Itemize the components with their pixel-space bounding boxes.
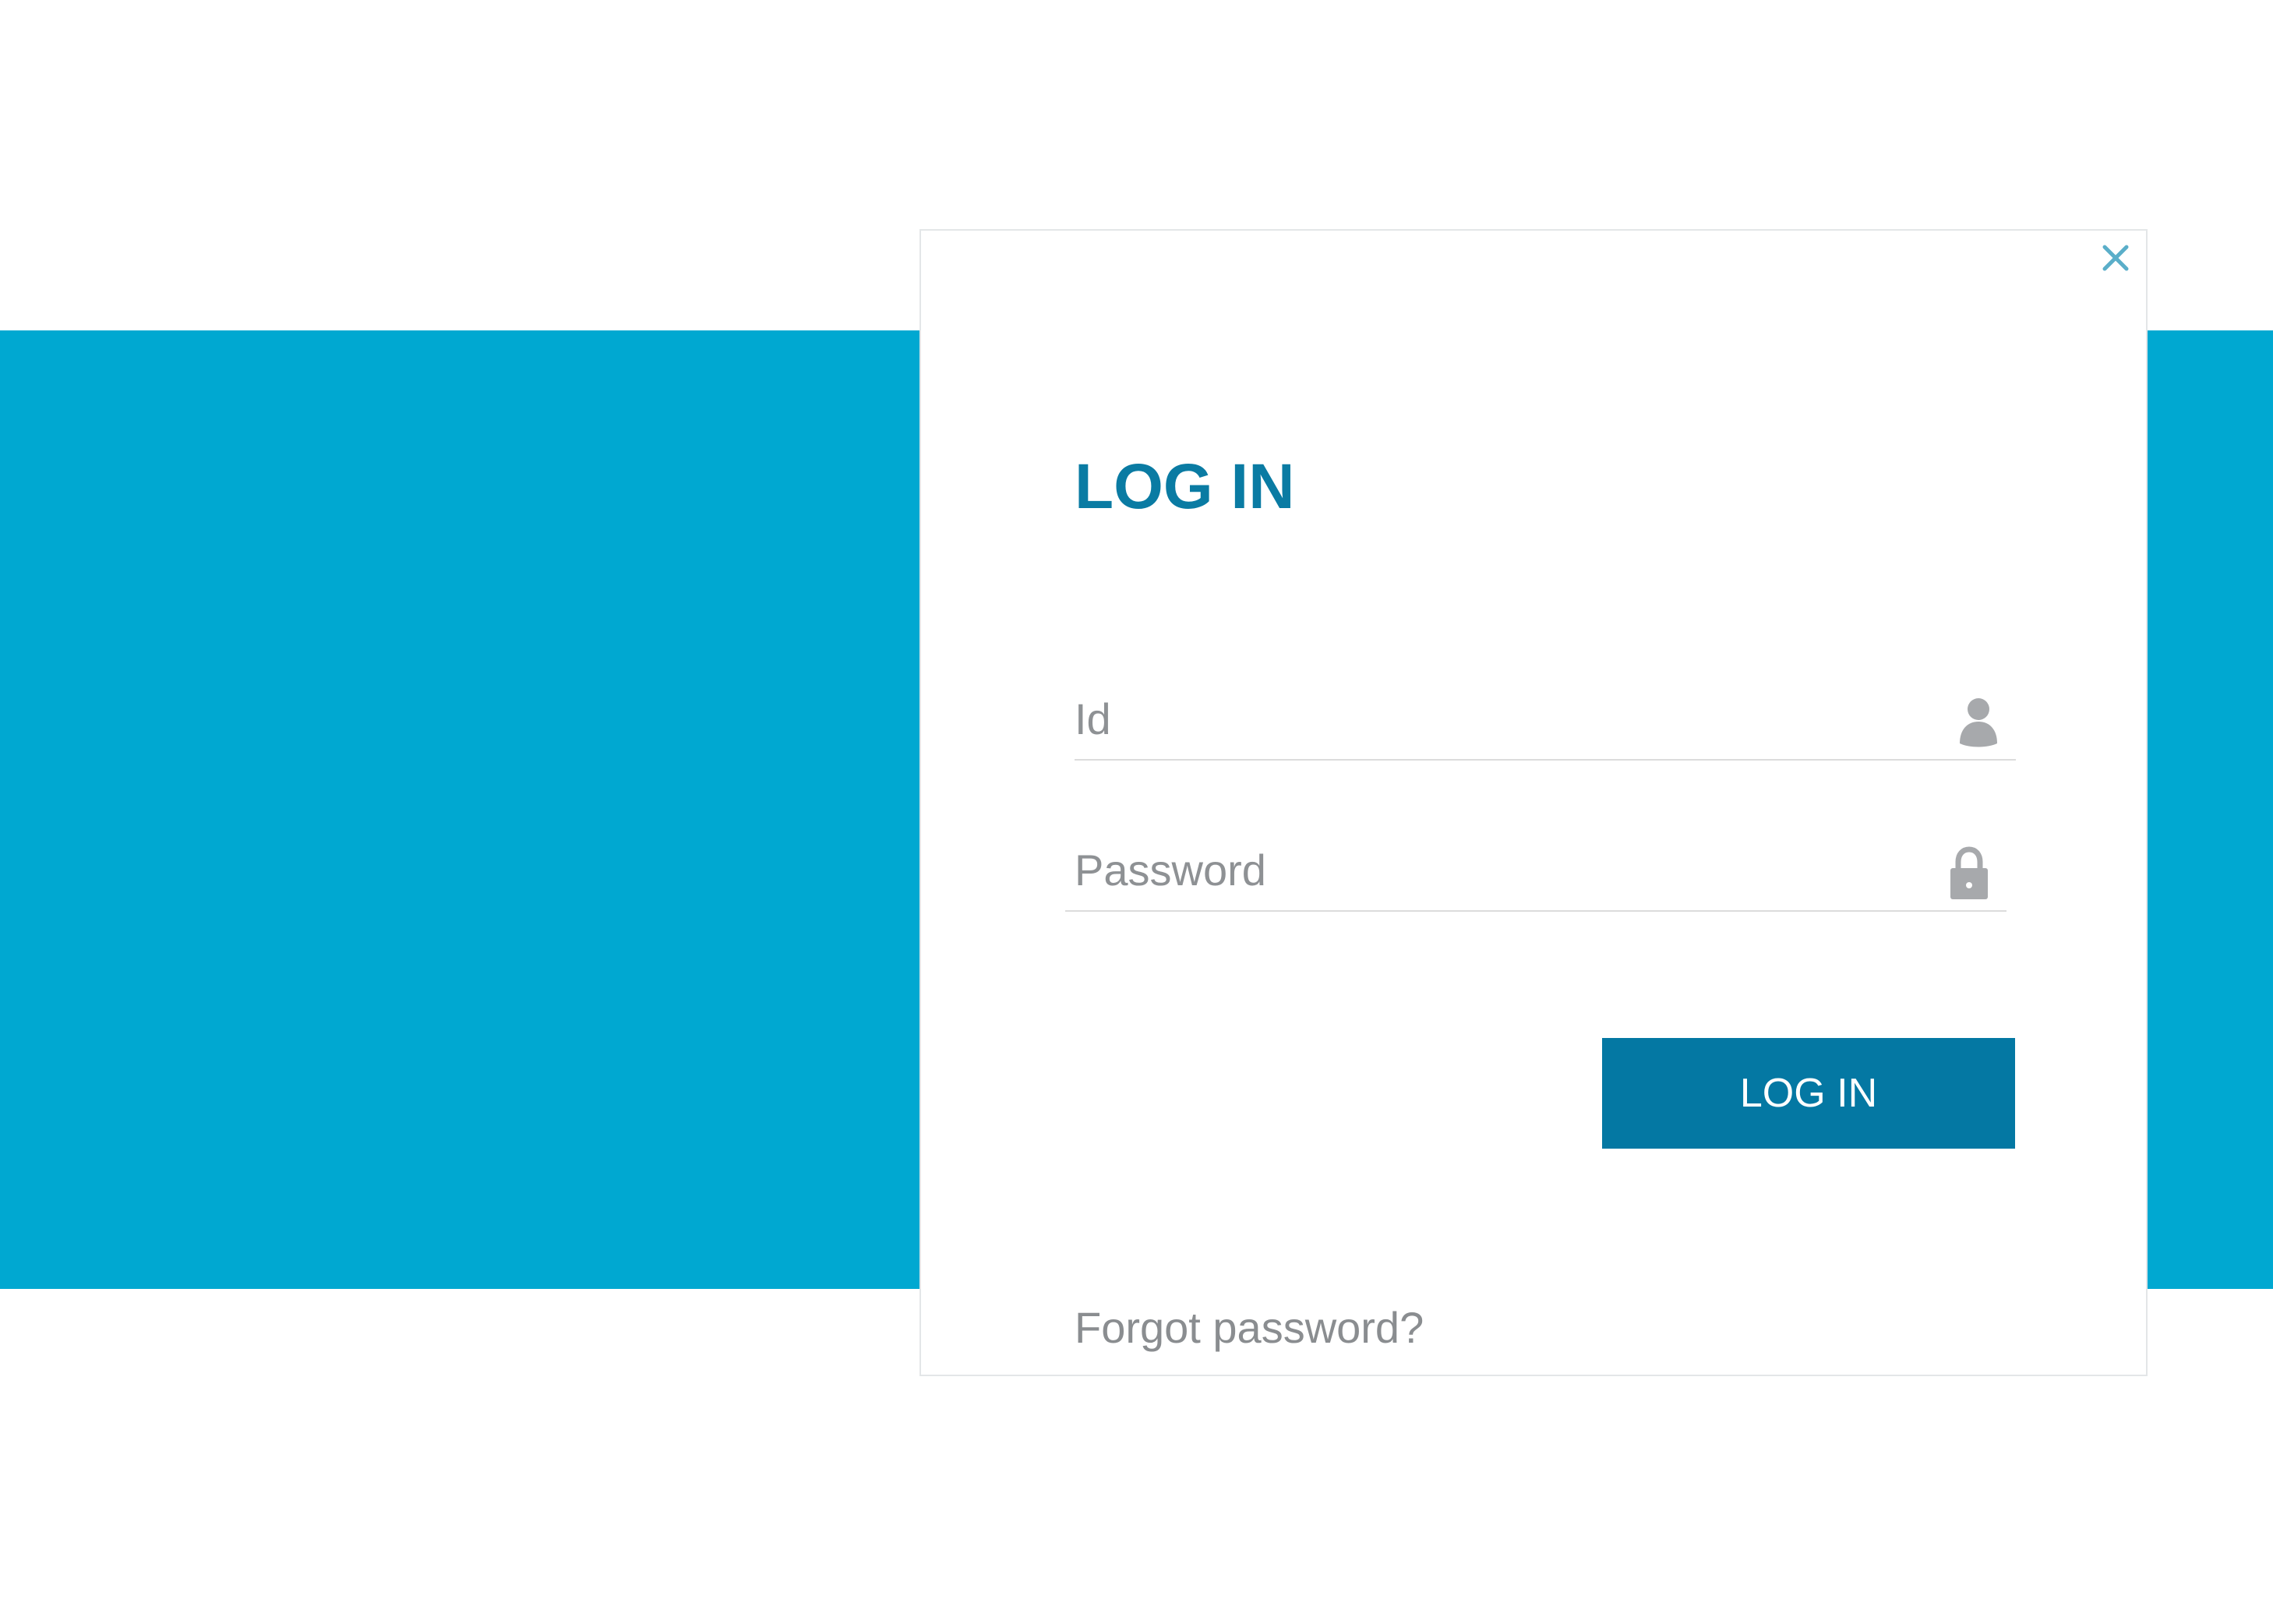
close-icon (2102, 245, 2129, 271)
id-input[interactable] (1075, 680, 1916, 757)
password-input[interactable] (1075, 831, 1916, 909)
password-field-container (1065, 831, 2007, 912)
login-button[interactable]: LOG IN (1602, 1038, 2015, 1149)
close-button[interactable] (2096, 238, 2135, 277)
id-field-container (1075, 680, 2016, 761)
lock-icon (1950, 846, 1988, 899)
dialog-title: LOG IN (1075, 451, 1295, 522)
forgot-password-link[interactable]: Forgot password? (1075, 1306, 1424, 1350)
login-dialog: LOG IN Forgot password? LOG IN (919, 229, 2148, 1376)
user-icon (1960, 698, 1997, 747)
